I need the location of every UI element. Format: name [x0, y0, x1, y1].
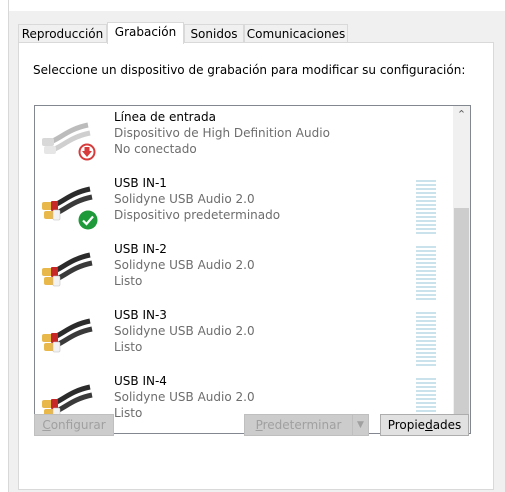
- level-meter: [416, 180, 436, 236]
- meter-segment: [416, 278, 436, 280]
- rca-cable-icon: [42, 318, 93, 353]
- meter-segment: [416, 394, 436, 396]
- meter-segment: [416, 324, 436, 326]
- device-name: USB IN-1: [114, 176, 167, 190]
- scroll-up-icon[interactable]: ⌃: [453, 106, 470, 123]
- meter-segment: [416, 246, 436, 248]
- device-description: Dispositivo de High Definition Audio: [114, 126, 330, 140]
- meter-segment: [416, 332, 436, 334]
- meter-segment: [416, 360, 436, 362]
- meter-segment: [416, 262, 436, 264]
- set-default-button[interactable]: Predeterminar: [244, 414, 353, 436]
- meter-segment: [416, 270, 436, 272]
- meter-segment: [416, 266, 436, 268]
- meter-segment: [416, 192, 436, 194]
- device-status: Listo: [114, 340, 143, 354]
- meter-segment: [416, 286, 436, 288]
- meter-segment: [416, 258, 436, 260]
- meter-segment: [416, 184, 436, 186]
- level-meter: [416, 312, 436, 368]
- meter-segment: [416, 274, 436, 276]
- meter-segment: [416, 212, 436, 214]
- meter-segment: [416, 364, 436, 366]
- green-check-icon: [78, 210, 98, 230]
- device-item-usb-in-2[interactable]: USB IN-2 Solidyne USB Audio 2.0 Listo: [35, 238, 447, 304]
- device-status: Listo: [114, 406, 143, 420]
- configure-button[interactable]: Configurar: [34, 414, 114, 436]
- meter-segment: [416, 410, 436, 412]
- meter-segment: [416, 208, 436, 210]
- device-name: USB IN-4: [114, 374, 167, 388]
- meter-segment: [416, 320, 436, 322]
- device-name: USB IN-3: [114, 308, 167, 322]
- device-list-scrollbar[interactable]: ⌃ ⌄: [453, 106, 470, 433]
- tab-sonidos[interactable]: Sonidos: [184, 24, 244, 43]
- instruction-text: Seleccione un dispositivo de grabación p…: [33, 63, 466, 77]
- meter-segment: [416, 382, 436, 384]
- meter-segment: [416, 216, 436, 218]
- meter-segment: [416, 250, 436, 252]
- meter-segment: [416, 352, 436, 354]
- meter-segment: [416, 340, 436, 342]
- device-status: No conectado: [114, 142, 197, 156]
- meter-segment: [416, 344, 436, 346]
- meter-segment: [416, 220, 436, 222]
- device-description: Solidyne USB Audio 2.0: [114, 258, 255, 272]
- meter-segment: [416, 188, 436, 190]
- meter-segment: [416, 336, 436, 338]
- meter-segment: [416, 390, 436, 392]
- device-list[interactable]: Línea de entrada Dispositivo de High Def…: [34, 105, 471, 434]
- meter-segment: [416, 290, 436, 292]
- device-name: Línea de entrada: [114, 110, 216, 124]
- meter-segment: [416, 204, 436, 206]
- properties-button[interactable]: Propiedades: [380, 414, 469, 436]
- device-description: Solidyne USB Audio 2.0: [114, 324, 255, 338]
- meter-segment: [416, 254, 436, 256]
- meter-segment: [416, 224, 436, 226]
- scroll-thumb[interactable]: [454, 208, 469, 416]
- device-description: Solidyne USB Audio 2.0: [114, 390, 255, 404]
- window-top-strip: [0, 0, 505, 11]
- meter-segment: [416, 406, 436, 408]
- tab-comunicaciones[interactable]: Comunicaciones: [244, 24, 348, 43]
- device-name: USB IN-2: [114, 242, 167, 256]
- meter-segment: [416, 378, 436, 380]
- rca-cable-icon: [42, 252, 93, 287]
- meter-segment: [416, 386, 436, 388]
- meter-segment: [416, 398, 436, 400]
- meter-segment: [416, 356, 436, 358]
- level-meter: [416, 246, 436, 302]
- meter-segment: [416, 282, 436, 284]
- set-default-dropdown-icon[interactable]: ▼: [353, 414, 369, 436]
- red-down-arrow-icon: [78, 143, 96, 161]
- meter-segment: [416, 312, 436, 314]
- meter-segment: [416, 196, 436, 198]
- meter-segment: [416, 328, 436, 330]
- device-item-linea-de-entrada[interactable]: Línea de entrada Dispositivo de High Def…: [35, 106, 447, 172]
- meter-segment: [416, 348, 436, 350]
- window-left-edge: [0, 0, 9, 492]
- meter-segment: [416, 316, 436, 318]
- device-item-usb-in-3[interactable]: USB IN-3 Solidyne USB Audio 2.0 Listo: [35, 304, 447, 370]
- meter-segment: [416, 298, 436, 300]
- meter-segment: [416, 200, 436, 202]
- device-status: Dispositivo predeterminado: [114, 208, 281, 222]
- device-description: Solidyne USB Audio 2.0: [114, 192, 255, 206]
- tab-grabacion[interactable]: Grabación: [107, 22, 184, 44]
- meter-segment: [416, 294, 436, 296]
- meter-segment: [416, 232, 436, 234]
- device-item-usb-in-1[interactable]: USB IN-1 Solidyne USB Audio 2.0 Disposit…: [35, 172, 447, 238]
- meter-segment: [416, 228, 436, 230]
- tab-reproduccion[interactable]: Reproducción: [18, 24, 107, 43]
- device-status: Listo: [114, 274, 143, 288]
- meter-segment: [416, 402, 436, 404]
- meter-segment: [416, 180, 436, 182]
